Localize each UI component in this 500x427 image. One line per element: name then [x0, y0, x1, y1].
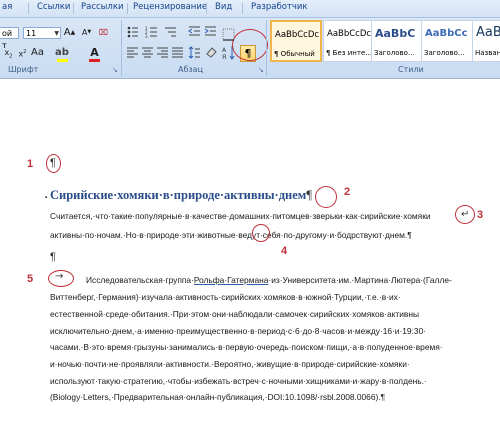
annotation-2: 2 — [344, 186, 351, 198]
align-right-icon[interactable] — [156, 46, 169, 59]
annotation-1: 1 — [27, 158, 34, 170]
borders-icon[interactable] — [222, 28, 235, 41]
font-group-label: Шрифт — [8, 65, 39, 74]
ribbon-body: ой т 11 ▼ A▲ A▼ ⌧ x2 x2 Aa ab A Шрифт ↘ … — [0, 18, 500, 78]
multilevel-list-icon[interactable] — [164, 25, 177, 38]
style-title[interactable]: AaB Назван — [472, 20, 500, 62]
document-title: ▪ Сирийские·хомяки·в·природе·активны·днем… — [45, 188, 312, 202]
paragraph-2-line-5: часами.·В·это·время·грызуны·занимались·в… — [50, 342, 443, 352]
decrease-indent-icon[interactable] — [188, 25, 201, 38]
tab-arrow-icon: → — [55, 271, 64, 282]
paragraph-2-line-8: (Biology·Letters,·Предварительная·онлайн… — [50, 392, 386, 402]
style-sample: AaBbCcDc — [327, 29, 372, 39]
annotation-4: 4 — [281, 245, 288, 257]
annotation-circle-4 — [252, 224, 270, 242]
style-name: ¶ Обычный — [274, 50, 315, 58]
style-heading-2[interactable]: AaBbCc Заголово... — [421, 20, 473, 62]
paragraph-2-line-2: Виттенберг,·Германия)·изучала·активность… — [50, 292, 401, 302]
style-name: Заголово... — [374, 49, 415, 57]
shading-icon[interactable] — [205, 46, 218, 59]
style-heading-1[interactable]: AaBbC Заголово... — [371, 20, 423, 62]
style-name: Заголово... — [424, 49, 465, 57]
paragraph-2-line-7: используют·такую·стратегию,·чтобы·избежа… — [50, 376, 427, 386]
annotation-circle-pilcrow-button — [232, 29, 268, 61]
document-page[interactable]: ¶ 1 — [0, 79, 500, 427]
annotation-5: 5 — [27, 273, 34, 285]
empty-paragraph-mark: ¶ — [50, 251, 56, 263]
paragraph-1-line-2: активны·по·ночам.·Но·в·природе·эти·живот… — [50, 230, 412, 240]
line-spacing-icon[interactable] — [188, 46, 201, 59]
superscript-icon[interactable]: x2 — [16, 46, 29, 59]
paragraph-2-line-6: и·ночью·почти·не·проявляли·активности.·В… — [50, 359, 410, 369]
numbering-icon[interactable]: 123 — [145, 25, 158, 39]
ribbon: ая Ссылки Рассылки Рецензирование Вид Ра… — [0, 0, 500, 79]
font-size-combo[interactable]: 11 ▼ — [23, 27, 61, 39]
shrink-font-icon[interactable]: A▼ — [80, 26, 93, 39]
style-sample: AaBbC — [375, 27, 416, 40]
tab-references[interactable]: Ссылки — [37, 2, 70, 12]
tab-mailings[interactable]: Рассылки — [81, 2, 123, 12]
paragraph-2-line-1: Исследовательская·группа·Рольфа·Гатерман… — [86, 275, 452, 285]
paragraph-group-label: Абзац — [178, 65, 204, 74]
chevron-down-icon[interactable]: ▼ — [54, 28, 59, 40]
align-center-icon[interactable] — [141, 46, 154, 59]
svg-text:Я: Я — [222, 54, 226, 61]
svg-text:А: А — [222, 47, 227, 54]
tab-home[interactable]: ая — [2, 2, 12, 12]
subscript-icon[interactable]: x2 — [2, 46, 15, 60]
style-no-spacing[interactable]: AaBbCcDc ¶ Без инте... — [323, 20, 375, 62]
style-sample: AaB — [476, 25, 500, 40]
style-name: ¶ Без инте... — [326, 49, 372, 57]
svg-text:3: 3 — [145, 34, 148, 38]
font-color-icon[interactable]: A — [88, 46, 101, 59]
font-name-combo[interactable]: ой т — [0, 27, 19, 50]
font-size-value: 11 — [26, 29, 37, 38]
paragraph-2-line-4: исключительно·днем,·а·именно·преимуществ… — [50, 326, 427, 336]
style-sample: AaBbCcDc — [275, 30, 320, 40]
ribbon-tabs: ая Ссылки Рассылки Рецензирование Вид Ра… — [0, 0, 500, 18]
paragraph-launcher-icon[interactable]: ↘ — [258, 66, 264, 74]
annotation-3: 3 — [477, 209, 484, 221]
bullets-icon[interactable] — [126, 25, 139, 38]
paragraph-1-line-1: Считается,·что·такие·популярные·в·качест… — [50, 211, 431, 221]
increase-indent-icon[interactable] — [204, 25, 217, 38]
clear-format-icon[interactable]: ⌧ — [97, 26, 110, 39]
font-launcher-icon[interactable]: ↘ — [112, 66, 118, 74]
style-name: Назван — [475, 49, 500, 57]
tab-view[interactable]: Вид — [215, 2, 232, 12]
tab-developer[interactable]: Разработчик — [251, 2, 308, 12]
annotation-circle-3 — [455, 205, 475, 224]
paragraph-2-line-3: естественной·среде·обитания.·При·этом·он… — [50, 309, 419, 319]
justify-icon[interactable] — [171, 46, 184, 59]
annotation-circle-1 — [46, 154, 61, 173]
grow-font-icon[interactable]: A▲ — [63, 26, 76, 39]
style-normal[interactable]: AaBbCcDc ¶ Обычный — [270, 20, 322, 62]
highlight-icon[interactable]: ab — [55, 46, 69, 59]
align-left-icon[interactable] — [126, 46, 139, 59]
style-sample: AaBbCc — [425, 28, 468, 39]
annotation-circle-2 — [315, 186, 337, 208]
tab-review[interactable]: Рецензирование — [133, 2, 207, 12]
styles-group-label: Стили — [398, 65, 424, 74]
change-case-icon[interactable]: Aa — [31, 46, 44, 59]
